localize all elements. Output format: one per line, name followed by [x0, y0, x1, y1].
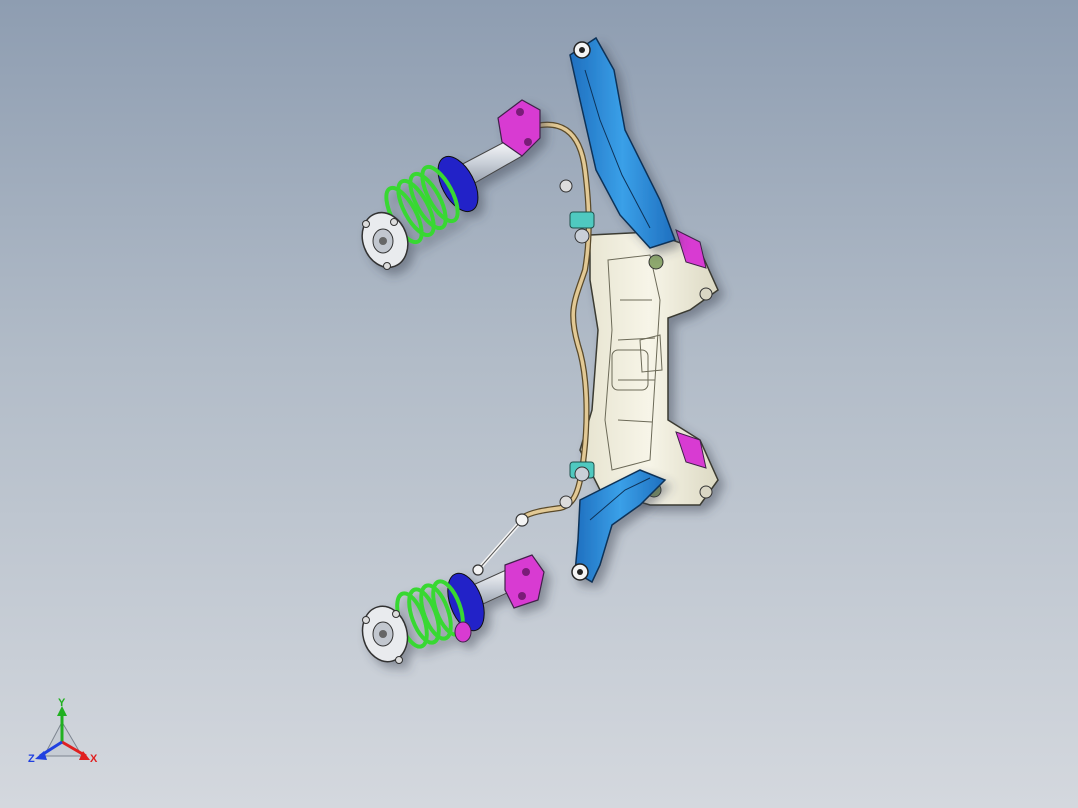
y-axis-label: Y [58, 697, 66, 709]
stabilizer-bar[interactable] [519, 121, 595, 521]
cad-model-view[interactable]: Y X Z [0, 0, 1078, 808]
front-subframe[interactable] [579, 229, 719, 506]
right-control-arm[interactable] [571, 469, 667, 584]
graphics-viewport[interactable]: Y X Z [0, 0, 1078, 808]
x-axis-label: X [90, 753, 98, 765]
z-axis-label: Z [28, 753, 35, 765]
strut-upper[interactable] [355, 99, 541, 274]
strut-lower[interactable] [357, 554, 545, 667]
knuckle-bracket-lower [504, 554, 545, 609]
coordinate-triad-icon: Y X Z [28, 697, 98, 765]
